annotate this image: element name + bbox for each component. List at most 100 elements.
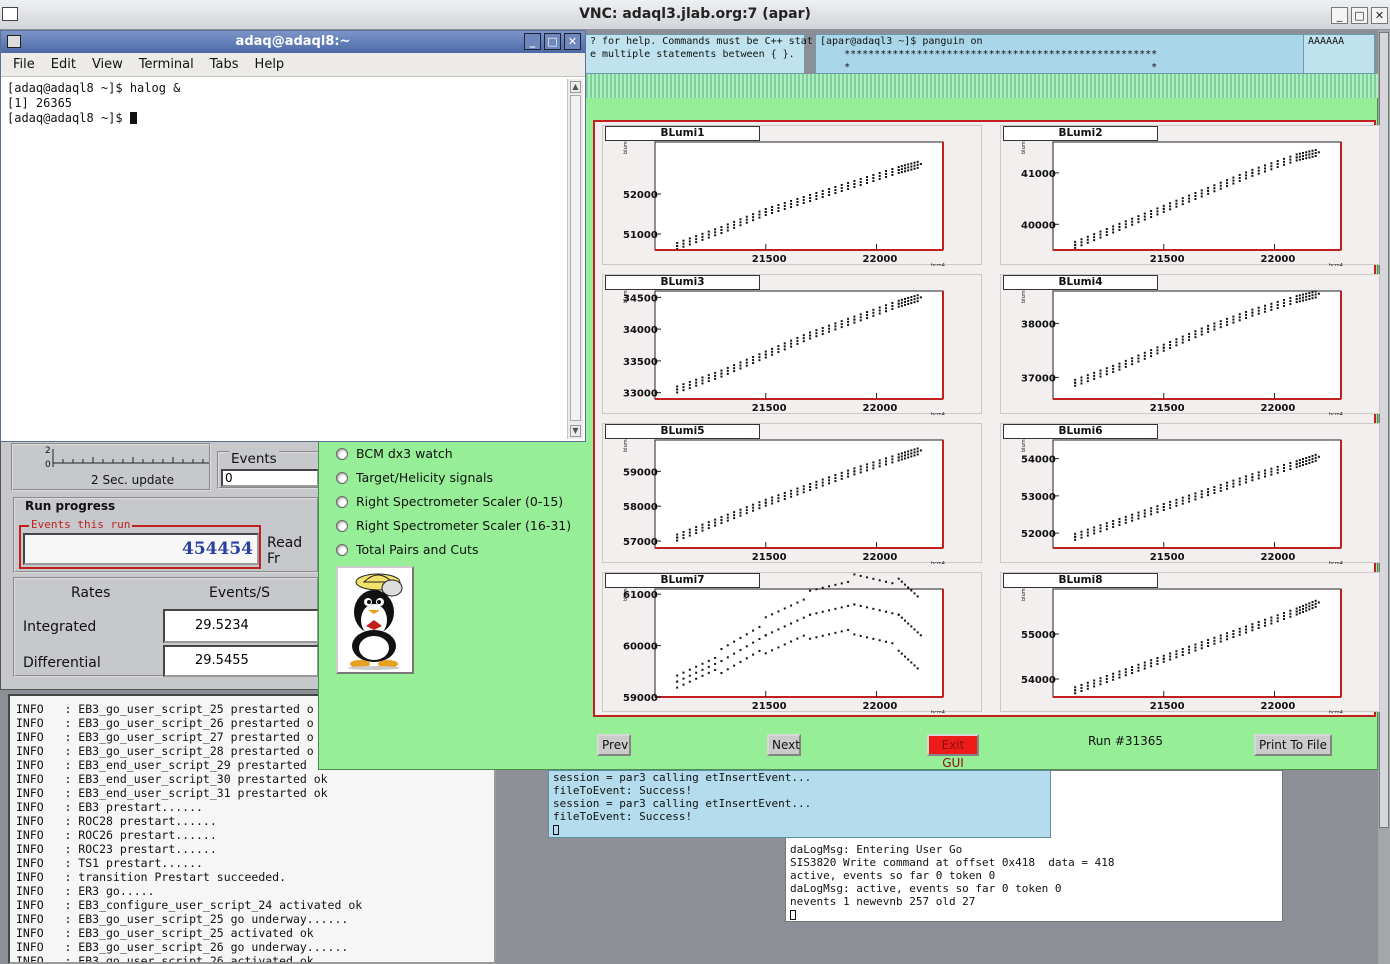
data-point bbox=[688, 668, 691, 671]
radio-button[interactable] bbox=[336, 519, 348, 532]
radio-option[interactable]: Total Pairs and Cuts bbox=[336, 542, 478, 557]
data-point bbox=[897, 302, 900, 305]
maximize-icon[interactable]: □ bbox=[544, 33, 561, 50]
scrollbar-thumb[interactable] bbox=[570, 95, 581, 421]
scroll-up-icon[interactable]: ▲ bbox=[570, 81, 581, 93]
data-point bbox=[1302, 299, 1305, 302]
data-point bbox=[1137, 221, 1140, 224]
data-point bbox=[916, 450, 919, 453]
menu-tabs[interactable]: Tabs bbox=[202, 53, 247, 76]
menu-file[interactable]: File bbox=[5, 53, 43, 76]
data-point bbox=[907, 622, 910, 625]
data-point bbox=[1295, 298, 1298, 301]
y-axis-label: blumi bbox=[1021, 140, 1027, 154]
close-icon[interactable]: ✕ bbox=[564, 33, 581, 50]
penguin-logo-button[interactable] bbox=[336, 566, 414, 674]
data-point bbox=[1289, 612, 1292, 615]
data-point bbox=[1264, 469, 1267, 472]
plot-frame bbox=[654, 439, 944, 549]
data-point bbox=[821, 610, 824, 613]
data-point bbox=[1137, 218, 1140, 221]
data-point bbox=[809, 334, 812, 337]
data-point bbox=[834, 480, 837, 483]
data-point bbox=[913, 164, 916, 167]
data-point bbox=[1143, 212, 1146, 215]
data-point bbox=[847, 475, 850, 478]
data-point bbox=[1086, 687, 1089, 690]
data-point bbox=[1150, 659, 1153, 662]
x-axis-label: bcm4 bbox=[931, 263, 945, 266]
data-point bbox=[897, 172, 900, 174]
data-point bbox=[1305, 603, 1308, 606]
data-point bbox=[891, 171, 894, 173]
data-point bbox=[1131, 220, 1134, 223]
panguin-tab-strip bbox=[586, 74, 1378, 98]
radio-button[interactable] bbox=[336, 471, 348, 484]
data-point bbox=[1317, 455, 1320, 458]
radio-option[interactable]: BCM dx3 watch bbox=[336, 446, 453, 461]
data-point bbox=[1074, 381, 1077, 384]
root-console[interactable]: ? for help. Commands must be C++ stat e … bbox=[585, 34, 813, 74]
data-point bbox=[897, 453, 900, 456]
menu-help[interactable]: Help bbox=[247, 53, 293, 76]
log-line: INFO : ROC28 prestart...... bbox=[16, 814, 217, 828]
data-point bbox=[913, 161, 916, 164]
maximize-icon[interactable]: □ bbox=[1351, 7, 1368, 24]
terminal-scrollbar[interactable]: ▲ ▼ bbox=[567, 79, 583, 439]
radio-option[interactable]: Right Spectrometer Scaler (0-15) bbox=[336, 494, 563, 509]
data-point bbox=[688, 534, 691, 537]
data-point bbox=[802, 634, 805, 637]
print-to-file-button[interactable]: Print To File bbox=[1254, 734, 1332, 756]
data-point bbox=[1143, 512, 1146, 515]
prev-button[interactable]: Prev bbox=[597, 734, 631, 756]
data-point bbox=[1270, 162, 1273, 165]
next-button[interactable]: Next bbox=[767, 734, 801, 756]
data-point bbox=[1074, 243, 1077, 246]
radio-option[interactable]: Target/Helicity signals bbox=[336, 470, 493, 485]
eb-console[interactable]: session = par3 calling etInsertEvent... f… bbox=[548, 770, 1051, 838]
data-point bbox=[900, 455, 903, 458]
data-point bbox=[910, 162, 913, 165]
data-point bbox=[834, 474, 837, 477]
data-point bbox=[1298, 609, 1301, 612]
menu-view[interactable]: View bbox=[84, 53, 131, 76]
data-point bbox=[1181, 496, 1184, 499]
data-point bbox=[821, 481, 824, 484]
data-point bbox=[840, 474, 843, 477]
panguin-console[interactable]: [apar@adaql3 ~]$ panguin on ************… bbox=[815, 34, 1305, 74]
data-point bbox=[1308, 153, 1311, 156]
data-point bbox=[1188, 651, 1191, 654]
data-point bbox=[714, 377, 717, 380]
scroll-down-icon[interactable]: ▼ bbox=[570, 425, 581, 437]
radio-button[interactable] bbox=[336, 495, 348, 508]
x-tick-label: 21500 bbox=[752, 701, 787, 712]
data-point bbox=[1298, 612, 1301, 615]
terminal-icon[interactable] bbox=[7, 35, 21, 48]
close-icon[interactable]: ✕ bbox=[1371, 7, 1388, 24]
data-point bbox=[1162, 210, 1165, 213]
minimize-icon[interactable]: _ bbox=[1331, 7, 1348, 24]
data-point bbox=[1207, 639, 1210, 641]
radio-button[interactable] bbox=[336, 543, 348, 556]
data-point bbox=[1226, 638, 1229, 641]
terminal-body[interactable]: [adaq@adaql8 ~]$ halog & [1] 26365 [adaq… bbox=[3, 79, 567, 439]
radio-option[interactable]: Right Spectrometer Scaler (16-31) bbox=[336, 518, 571, 533]
data-point bbox=[821, 634, 824, 637]
data-point bbox=[1289, 462, 1292, 465]
menu-terminal[interactable]: Terminal bbox=[131, 53, 202, 76]
y-tick-label: 54000 bbox=[1021, 675, 1056, 686]
exit-gui-button[interactable]: Exit GUI bbox=[927, 734, 979, 770]
menu-edit[interactable]: Edit bbox=[43, 53, 84, 76]
minimize-icon[interactable]: _ bbox=[524, 33, 541, 50]
data-point bbox=[1264, 167, 1267, 170]
small-console[interactable]: AAAAAA bbox=[1303, 34, 1375, 74]
data-point bbox=[834, 607, 837, 610]
data-point bbox=[853, 633, 856, 636]
data-point bbox=[1311, 291, 1314, 294]
data-point bbox=[834, 583, 837, 586]
data-point bbox=[777, 207, 780, 209]
data-point bbox=[891, 458, 894, 461]
radio-button[interactable] bbox=[336, 447, 348, 460]
data-point bbox=[910, 302, 913, 305]
data-point bbox=[688, 528, 691, 531]
